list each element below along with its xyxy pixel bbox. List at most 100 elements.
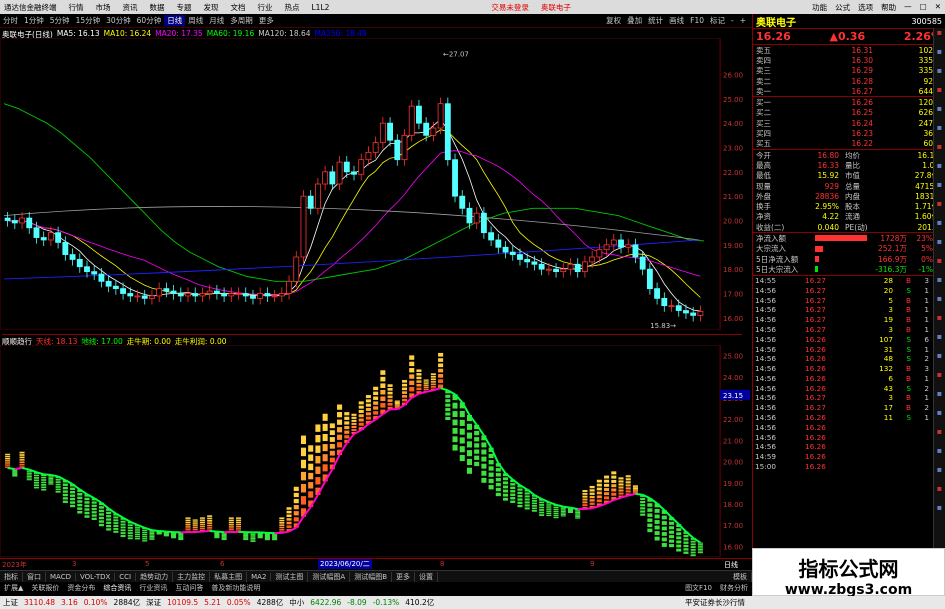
finance-button[interactable]: 财务分析 — [716, 583, 752, 593]
func-tab-6[interactable]: 普及新功能说明 — [207, 583, 264, 593]
indicator-tab-12[interactable]: 更多 — [392, 571, 416, 582]
indicator-tab-8[interactable]: MA2 — [247, 572, 272, 581]
chart-tool-6[interactable]: - — [728, 16, 737, 25]
period-2[interactable]: 5分钟 — [47, 15, 73, 26]
func-tab-0[interactable]: 扩展▲ — [0, 583, 27, 593]
indicator-tab-11[interactable]: 测试幅图B — [350, 571, 393, 582]
indicator-tab-13[interactable]: 设置 — [415, 571, 439, 582]
bids-row[interactable]: 买四 16.23 36 — [753, 128, 945, 138]
side-tool-icon[interactable]: ▪ — [934, 237, 945, 256]
side-tool-icon[interactable]: ▪ — [934, 28, 945, 47]
side-tool-icon[interactable]: ▪ — [934, 123, 945, 142]
func-tab-5[interactable]: 互动问答 — [171, 583, 207, 593]
side-tool-icon[interactable]: ▪ — [934, 66, 945, 85]
side-tool-icon[interactable]: ▪ — [934, 47, 945, 66]
func-tab-3[interactable]: 综合资讯 — [99, 583, 135, 593]
chart-tool-0[interactable]: 复权 — [603, 16, 624, 25]
side-tool-icon[interactable]: ▪ — [934, 313, 945, 332]
side-tool-icon[interactable]: ▪ — [934, 294, 945, 313]
indicator-tab-7[interactable]: 私募主图 — [210, 571, 248, 582]
chart-tool-3[interactable]: 画线 — [666, 16, 687, 25]
side-tool-icon[interactable]: ▪ — [934, 85, 945, 104]
side-tool-icon[interactable]: ▪ — [934, 503, 945, 522]
side-tool-icon[interactable]: ▪ — [934, 199, 945, 218]
side-tool-icon[interactable]: ▪ — [934, 446, 945, 465]
chart-tool-7[interactable]: + — [737, 16, 749, 25]
candlestick-chart[interactable]: ←27.07 15.83→ — [0, 38, 720, 330]
indicator-tab-10[interactable]: 测试幅图A — [308, 571, 351, 582]
trade-login-link[interactable]: 交易未登录 — [485, 2, 535, 13]
side-tool-icon[interactable]: ▪ — [934, 218, 945, 237]
asks-row[interactable]: 卖二 16.28 92 — [753, 76, 945, 86]
indicator-tab-2[interactable]: MACD — [46, 572, 76, 581]
bids-row[interactable]: 买一 16.26 120 — [753, 97, 945, 107]
asks-row[interactable]: 卖一 16.27 644 — [753, 86, 945, 96]
close-button[interactable]: ✕ — [931, 2, 945, 13]
menu-market[interactable]: 市场 — [90, 2, 117, 13]
side-tool-icon[interactable]: ▪ — [934, 351, 945, 370]
func-tab-4[interactable]: 行业资讯 — [135, 583, 171, 593]
indicator-tab-6[interactable]: 主力监控 — [173, 571, 211, 582]
indicator-tab-4[interactable]: CCI — [115, 572, 137, 581]
stock-name-link[interactable]: 奥联电子 — [535, 2, 577, 13]
indicator-tab-1[interactable]: 窗口 — [23, 571, 46, 582]
menu-formula[interactable]: 公式 — [831, 2, 854, 13]
menu-industry[interactable]: 行业 — [252, 2, 279, 13]
period-8[interactable]: 月线 — [206, 15, 227, 26]
period-1[interactable]: 1分钟 — [21, 15, 47, 26]
minimize-button[interactable]: — — [900, 2, 916, 13]
period-5[interactable]: 60分钟 — [134, 15, 165, 26]
maximize-button[interactable]: □ — [916, 2, 931, 13]
side-tool-icon[interactable]: ▪ — [934, 275, 945, 294]
period-0[interactable]: 分时 — [0, 15, 21, 26]
menu-discover[interactable]: 发现 — [198, 2, 225, 13]
menu-l1l2[interactable]: L1L2 — [306, 3, 336, 12]
asks-row[interactable]: 卖五 16.31 102 — [753, 45, 945, 55]
asks-row[interactable]: 卖四 16.30 335 — [753, 55, 945, 65]
period-7[interactable]: 周线 — [185, 15, 206, 26]
period-4[interactable]: 30分钟 — [103, 15, 134, 26]
side-tool-icon[interactable]: ▪ — [934, 256, 945, 275]
side-tool-icon[interactable]: ▪ — [934, 427, 945, 446]
menu-docs[interactable]: 文档 — [225, 2, 252, 13]
side-tool-icon[interactable]: ▪ — [934, 408, 945, 427]
template-button[interactable]: 模板 — [729, 571, 752, 582]
menu-topics[interactable]: 专题 — [171, 2, 198, 13]
menu-hot[interactable]: 热点 — [279, 2, 306, 13]
chart-tool-5[interactable]: 标记 — [707, 16, 728, 25]
chart-tool-2[interactable]: 统计 — [645, 16, 666, 25]
period-9[interactable]: 多周期 — [227, 15, 256, 26]
bids-row[interactable]: 买二 16.25 626 — [753, 108, 945, 118]
period-3[interactable]: 15分钟 — [73, 15, 104, 26]
side-tool-icon[interactable]: ▪ — [934, 389, 945, 408]
func-tab-1[interactable]: 关联报价 — [27, 583, 63, 593]
f10-button[interactable]: 图文F10 — [681, 583, 716, 593]
menu-data[interactable]: 数据 — [144, 2, 171, 13]
side-tool-icon[interactable]: ▪ — [934, 332, 945, 351]
chart-tool-4[interactable]: F10 — [687, 16, 707, 25]
menu-options[interactable]: 选项 — [854, 2, 877, 13]
func-tab-2[interactable]: 资金分布 — [63, 583, 99, 593]
menu-function[interactable]: 功能 — [808, 2, 831, 13]
tick-list[interactable]: 14:55 16.27 28 B 3 14:56 16.27 20 S 1 14:56 16.27 5 B… — [753, 276, 945, 472]
indicator-chart[interactable] — [0, 345, 720, 557]
asks-row[interactable]: 卖三 16.29 335 — [753, 66, 945, 76]
menu-news[interactable]: 资讯 — [117, 2, 144, 13]
indicator-tab-9[interactable]: 测试主图 — [271, 571, 309, 582]
period-10[interactable]: 更多 — [256, 15, 277, 26]
side-tool-icon[interactable]: ▪ — [934, 142, 945, 161]
menu-help[interactable]: 帮助 — [877, 2, 900, 13]
menu-quotes[interactable]: 行情 — [63, 2, 90, 13]
period-6[interactable]: 日线 — [164, 15, 186, 26]
side-tool-icon[interactable]: ▪ — [934, 370, 945, 389]
side-tool-icon[interactable]: ▪ — [934, 180, 945, 199]
indicator-tab-3[interactable]: VOL-TDX — [76, 572, 116, 581]
chart-tool-1[interactable]: 叠加 — [624, 16, 645, 25]
bids-row[interactable]: 买五 16.22 60 — [753, 139, 945, 149]
side-tool-icon[interactable]: ▪ — [934, 484, 945, 503]
indicator-tab-5[interactable]: 趋势动力 — [136, 571, 174, 582]
side-tool-icon[interactable]: ▪ — [934, 465, 945, 484]
indicator-tab-0[interactable]: 指标 — [0, 571, 23, 582]
side-tool-icon[interactable]: ▪ — [934, 161, 945, 180]
side-tool-icon[interactable]: ▪ — [934, 104, 945, 123]
